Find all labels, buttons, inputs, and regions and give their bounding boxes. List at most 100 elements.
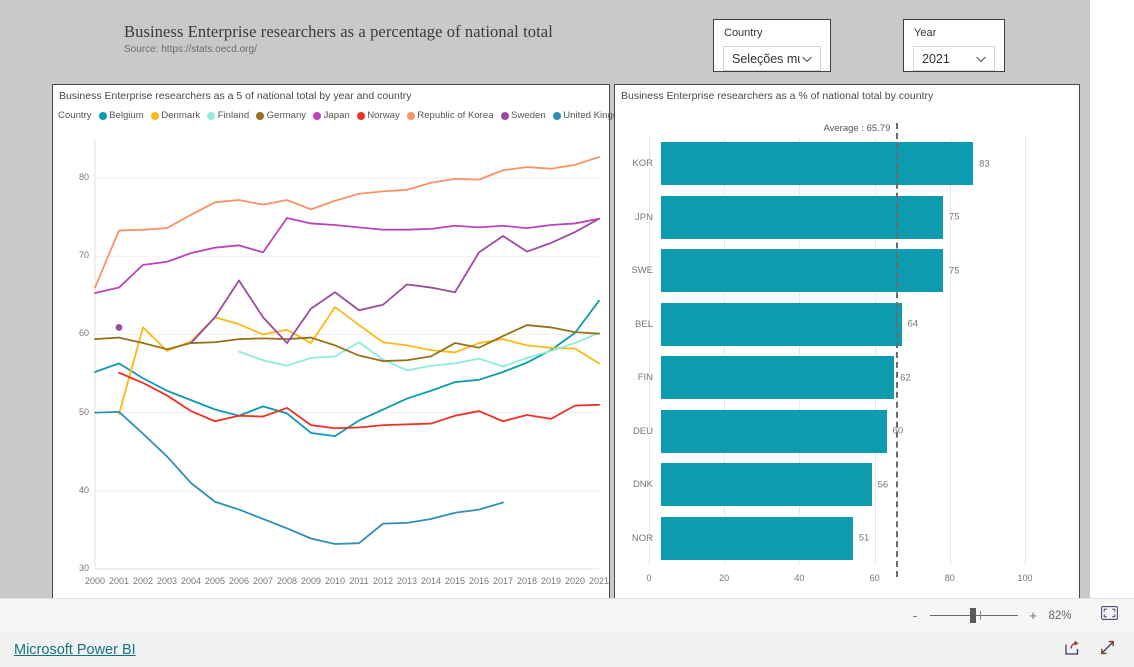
legend-item-norway[interactable]: Norway	[356, 110, 400, 121]
bar-track: 56	[661, 463, 1081, 507]
legend-item-denmark[interactable]: Denmark	[150, 110, 201, 121]
bar-fill[interactable]	[661, 249, 943, 293]
page-title: Business Enterprise researchers as a per…	[124, 22, 553, 41]
bar-fill[interactable]	[661, 409, 887, 453]
x-axis-tick-label: 2019	[540, 576, 562, 586]
x-axis-tick-label: 2005	[204, 576, 226, 586]
y-axis-tick-label: 30	[78, 563, 89, 573]
bar-fill[interactable]	[661, 302, 902, 346]
x-axis-tick-label: 2000	[84, 576, 106, 586]
x-axis-tick-label: 2010	[324, 576, 346, 586]
bar-x-axis-tick-label: 80	[944, 573, 955, 583]
bar-category-label: DEU	[632, 425, 653, 437]
legend-color-swatch	[406, 111, 415, 120]
fit-to-page-icon[interactable]	[1101, 606, 1118, 625]
legend-item-sweden[interactable]: Sweden	[500, 110, 546, 121]
bar-fill[interactable]	[661, 516, 853, 560]
page-source-text: Source: https://stats.oecd.org/	[124, 44, 257, 55]
bar-track: 62	[661, 356, 1081, 400]
bar-chart-visual[interactable]: Business Enterprise researchers as a % o…	[614, 84, 1080, 600]
bar-track: 51	[661, 516, 1081, 560]
bar-value-label: 75	[949, 211, 960, 223]
line-series-united-kingdom	[94, 410, 504, 545]
zoom-slider-thumb[interactable]	[969, 608, 976, 623]
bar-chart-row[interactable]: JPN 75	[615, 195, 1081, 239]
line-chart-svg	[94, 139, 600, 570]
slicer-year-dropdown[interactable]: 2021	[913, 46, 995, 71]
bar-fill[interactable]	[661, 463, 872, 507]
average-reference-label: Average : 65.79	[823, 123, 891, 134]
bar-fill[interactable]	[661, 195, 943, 239]
x-axis-tick-label: 2017	[492, 576, 514, 586]
legend-color-swatch	[313, 111, 322, 120]
share-icon[interactable]	[1064, 639, 1081, 661]
bar-fill[interactable]	[661, 142, 974, 186]
x-axis-tick-label: 2018	[516, 576, 538, 586]
bar-chart-row[interactable]: BEL 64	[615, 302, 1081, 346]
bar-chart-row[interactable]: SWE 75	[615, 249, 1081, 293]
line-chart-legend[interactable]: Country Belgium Denmark Finland Germany Japa…	[58, 110, 638, 121]
legend-item-republic-of-korea[interactable]: Republic of Korea	[406, 110, 494, 121]
x-axis-tick-label: 2013	[396, 576, 418, 586]
slicer-country-label: Country	[724, 27, 763, 39]
legend-color-swatch	[150, 111, 159, 120]
bar-chart-row[interactable]: NOR 51	[615, 516, 1081, 560]
bar-chart-row[interactable]: KOR 83	[615, 142, 1081, 186]
legend-title: Country	[58, 110, 92, 121]
fullscreen-icon[interactable]	[1099, 639, 1116, 661]
slicer-country-value: Seleções múltip...	[732, 51, 800, 66]
power-bi-brand-link[interactable]: Microsoft Power BI	[14, 642, 136, 658]
bar-x-axis-tick-label: 40	[794, 573, 805, 583]
bar-track: 75	[661, 249, 1081, 293]
x-axis-tick-label: 2007	[252, 576, 274, 586]
line-series-germany	[94, 324, 600, 362]
bar-x-axis-tick-label: 20	[719, 573, 730, 583]
legend-color-swatch	[552, 111, 561, 120]
slicer-country-dropdown[interactable]: Seleções múltip...	[723, 46, 821, 71]
legend-item-belgium[interactable]: Belgium	[98, 110, 144, 121]
x-axis-tick-label: 2009	[300, 576, 322, 586]
legend-item-finland[interactable]: Finland	[207, 110, 249, 121]
bar-chart-row[interactable]: DNK 56	[615, 463, 1081, 507]
bar-track: 60	[661, 409, 1081, 453]
bar-value-label: 75	[949, 265, 960, 277]
bar-chart-title: Business Enterprise researchers as a % o…	[621, 90, 934, 102]
line-chart-visual[interactable]: Business Enterprise researchers as a 5 o…	[52, 84, 631, 600]
line-chart-title: Business Enterprise researchers as a 5 o…	[59, 90, 412, 102]
slicer-year[interactable]: Year 2021	[903, 19, 1005, 72]
legend-item-label: Japan	[323, 110, 350, 121]
bar-value-label: 62	[900, 372, 911, 384]
slicer-year-value: 2021	[922, 51, 950, 66]
x-axis-tick-label: 2006	[228, 576, 250, 586]
zoom-slider[interactable]	[930, 608, 1018, 623]
bar-value-label: 83	[979, 158, 990, 170]
legend-item-label: Norway	[367, 110, 400, 121]
bar-track: 75	[661, 195, 1081, 239]
line-series-denmark	[118, 306, 600, 416]
bar-chart-row[interactable]: FIN 62	[615, 356, 1081, 400]
report-bottom-bar: - + 82%	[0, 598, 1134, 632]
bar-fill[interactable]	[661, 356, 895, 400]
x-axis-tick-label: 2002	[132, 576, 154, 586]
legend-item-label: Denmark	[161, 110, 201, 121]
legend-item-label: Germany	[266, 110, 307, 121]
x-axis-tick-label: 2008	[276, 576, 298, 586]
zoom-out-button[interactable]: -	[907, 608, 923, 623]
bar-category-label: NOR	[631, 532, 653, 544]
legend-color-swatch	[500, 111, 509, 120]
bar-category-label: JPN	[635, 211, 653, 223]
y-axis-tick-label: 80	[78, 172, 89, 183]
x-axis-tick-label: 2014	[420, 576, 442, 586]
legend-item-label: Finland	[217, 110, 250, 121]
line-series-japan	[94, 217, 600, 294]
bar-x-axis-tick-label: 0	[646, 573, 652, 583]
zoom-in-button[interactable]: +	[1025, 608, 1041, 623]
x-axis-tick-label: 2020	[564, 576, 586, 586]
legend-color-swatch	[98, 111, 107, 120]
bar-chart-row[interactable]: DEU 60	[615, 409, 1081, 453]
x-axis-tick-label: 2021	[588, 576, 610, 586]
zoom-control[interactable]: - + 82%	[907, 608, 1079, 623]
legend-item-japan[interactable]: Japan	[313, 110, 350, 121]
legend-item-germany[interactable]: Germany	[256, 110, 306, 121]
slicer-country[interactable]: Country Seleções múltip...	[713, 19, 831, 72]
